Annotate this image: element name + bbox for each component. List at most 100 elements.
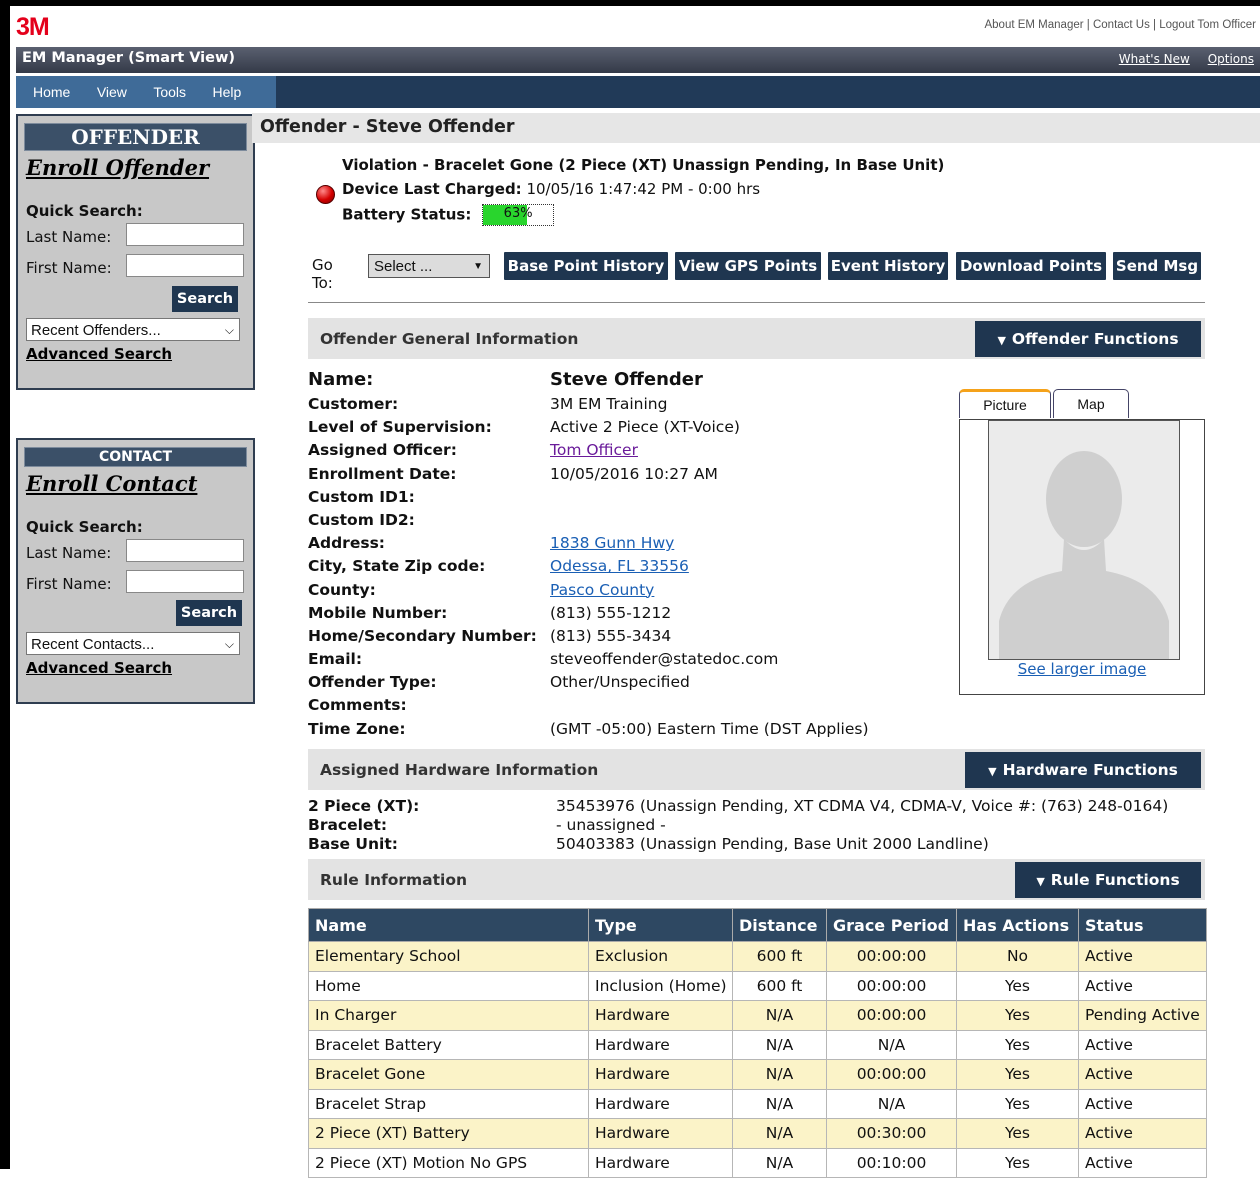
contact-search-button[interactable]: Search: [176, 600, 242, 626]
customer-value: 3M EM Training: [550, 395, 668, 413]
custom-id1-value: [550, 486, 869, 509]
goto-select[interactable]: Select ... ▼: [368, 254, 490, 278]
officer-link[interactable]: Tom Officer: [550, 441, 638, 459]
supervision-label: Level of Supervision:: [308, 418, 492, 437]
col-has-actions[interactable]: Has Actions: [956, 908, 1079, 942]
table-row[interactable]: 2 Piece (XT) Motion No GPS Hardware N/A …: [308, 1147, 1207, 1178]
two-piece-label: 2 Piece (XT):: [308, 797, 420, 815]
offender-quick-search-label: Quick Search:: [26, 202, 143, 220]
home-number-value: (813) 555-3434: [550, 626, 672, 645]
tab-picture[interactable]: Picture: [959, 389, 1051, 418]
county-label: County:: [308, 580, 376, 599]
battery-label: Battery Status:: [342, 205, 472, 224]
table-row[interactable]: Bracelet Battery Hardware N/A N/A Yes Ac…: [308, 1029, 1207, 1060]
col-status[interactable]: Status: [1078, 908, 1207, 942]
address-label: Address:: [308, 534, 385, 553]
col-type[interactable]: Type: [588, 908, 733, 942]
city-link[interactable]: Odessa, FL 33556: [550, 557, 689, 575]
offender-functions-label: Offender Functions: [1011, 330, 1179, 348]
general-info-labels: Name: Customer: Level of Supervision: As…: [308, 370, 537, 741]
col-name[interactable]: Name: [308, 908, 589, 942]
base-point-history-button[interactable]: Base Point History: [504, 252, 668, 280]
event-history-button[interactable]: Event History: [828, 252, 948, 280]
recent-offenders-value: Recent Offenders...: [31, 322, 161, 339]
tab-map[interactable]: Map: [1053, 389, 1129, 418]
contact-last-name-input[interactable]: [126, 539, 244, 562]
rule-name: Bracelet Battery: [308, 1029, 589, 1060]
rule-info-header: Rule Information ▼ Rule Functions: [308, 859, 1205, 900]
contact-us-link[interactable]: Contact Us: [1093, 19, 1150, 31]
menu-help[interactable]: Help: [191, 76, 242, 108]
email-value: steveoffender@statedoc.com: [550, 650, 779, 669]
time-zone-value: (GMT -05:00) Eastern Time (DST Applies): [550, 719, 869, 738]
rule-has-actions: No: [956, 941, 1079, 972]
table-row[interactable]: In Charger Hardware N/A 00:00:00 Yes Pen…: [308, 1000, 1207, 1031]
rule-grace-period: 00:00:00: [826, 970, 957, 1001]
offender-first-name-input[interactable]: [126, 254, 244, 277]
menu-home[interactable]: Home: [16, 76, 70, 108]
charged-row: Device Last Charged: 10/05/16 1:47:42 PM…: [314, 180, 944, 204]
app-title-bar: EM Manager (Smart View) What's New Optio…: [16, 47, 1260, 73]
offender-type-label: Offender Type:: [308, 673, 437, 692]
rule-name: 2 Piece (XT) Battery: [308, 1118, 589, 1149]
contact-advanced-search-link[interactable]: Advanced Search: [26, 659, 253, 677]
table-row[interactable]: 2 Piece (XT) Battery Hardware N/A 00:30:…: [308, 1118, 1207, 1149]
contact-first-name-input[interactable]: [126, 570, 244, 593]
general-info-values: Steve Offender 3M EM Training Active 2 P…: [550, 370, 869, 741]
offender-last-name-input[interactable]: [126, 223, 244, 246]
whats-new-link[interactable]: What's New: [1119, 52, 1190, 66]
enrollment-label: Enrollment Date:: [308, 464, 457, 483]
menu-view[interactable]: View: [75, 76, 127, 108]
menu-tools[interactable]: Tools: [131, 76, 186, 108]
rule-distance: N/A: [732, 1000, 827, 1031]
rule-functions-button[interactable]: ▼ Rule Functions: [1015, 862, 1201, 898]
table-row[interactable]: Elementary School Exclusion 600 ft 00:00…: [308, 941, 1207, 972]
battery-row: Battery Status: 63%: [314, 204, 944, 228]
logout-link[interactable]: Logout Tom Officer: [1159, 19, 1256, 31]
rule-type: Hardware: [588, 1029, 733, 1060]
recent-offenders-select[interactable]: Recent Offenders... ⌵: [26, 318, 240, 341]
offender-advanced-search-link[interactable]: Advanced Search: [26, 345, 253, 363]
address-link[interactable]: 1838 Gunn Hwy: [550, 534, 674, 552]
table-row[interactable]: Bracelet Gone Hardware N/A 00:00:00 Yes …: [308, 1059, 1207, 1090]
hardware-functions-label: Hardware Functions: [1002, 761, 1178, 779]
chevron-down-icon: ⌵: [224, 323, 234, 337]
view-gps-points-button[interactable]: View GPS Points: [675, 252, 821, 280]
offender-last-name-label: Last Name:: [26, 228, 112, 246]
county-link[interactable]: Pasco County: [550, 581, 654, 599]
download-points-button[interactable]: Download Points: [956, 252, 1106, 280]
violation-row: Violation - Bracelet Gone (2 Piece (XT) …: [314, 156, 944, 180]
status-block: Violation - Bracelet Gone (2 Piece (XT) …: [314, 156, 944, 228]
rule-status: Active: [1078, 1088, 1207, 1119]
rule-status: Active: [1078, 1029, 1207, 1060]
table-row[interactable]: Home Inclusion (Home) 600 ft 00:00:00 Ye…: [308, 970, 1207, 1001]
top-border: [0, 0, 1260, 6]
enroll-contact-link[interactable]: Enroll Contact: [26, 471, 253, 496]
time-zone-label: Time Zone:: [308, 719, 406, 738]
table-row[interactable]: Bracelet Strap Hardware N/A N/A Yes Acti…: [308, 1088, 1207, 1119]
rule-type: Exclusion: [588, 941, 733, 972]
hardware-functions-button[interactable]: ▼ Hardware Functions: [965, 752, 1201, 788]
enroll-offender-link[interactable]: Enroll Offender: [26, 155, 253, 180]
offender-first-name-row: First Name:: [26, 251, 253, 282]
rule-distance: N/A: [732, 1029, 827, 1060]
general-info-header: Offender General Information ▼ Offender F…: [308, 318, 1205, 359]
recent-contacts-select[interactable]: Recent Contacts... ⌵: [26, 632, 240, 655]
battery-percent: 63%: [503, 206, 533, 221]
triangle-down-icon: ▼: [988, 765, 997, 778]
send-msg-button[interactable]: Send Msg: [1113, 252, 1201, 280]
offender-search-button[interactable]: Search: [172, 286, 238, 312]
mobile-value: (813) 555-1212: [550, 603, 672, 622]
rule-distance: N/A: [732, 1059, 827, 1090]
about-link[interactable]: About EM Manager: [984, 19, 1083, 31]
options-link[interactable]: Options: [1208, 52, 1254, 66]
col-grace-period[interactable]: Grace Period: [826, 908, 957, 942]
offender-functions-button[interactable]: ▼ Offender Functions: [975, 321, 1201, 357]
general-info-title: Offender General Information: [320, 330, 579, 348]
violation-text: Violation - Bracelet Gone (2 Piece (XT) …: [342, 156, 945, 174]
menu-bar: Home View Tools Help: [16, 76, 1260, 108]
top-links: About EM Manager | Contact Us | Logout T…: [984, 19, 1256, 31]
col-distance[interactable]: Distance: [732, 908, 827, 942]
triangle-down-icon: ▼: [473, 261, 483, 272]
see-larger-image-link[interactable]: See larger image: [960, 660, 1204, 678]
